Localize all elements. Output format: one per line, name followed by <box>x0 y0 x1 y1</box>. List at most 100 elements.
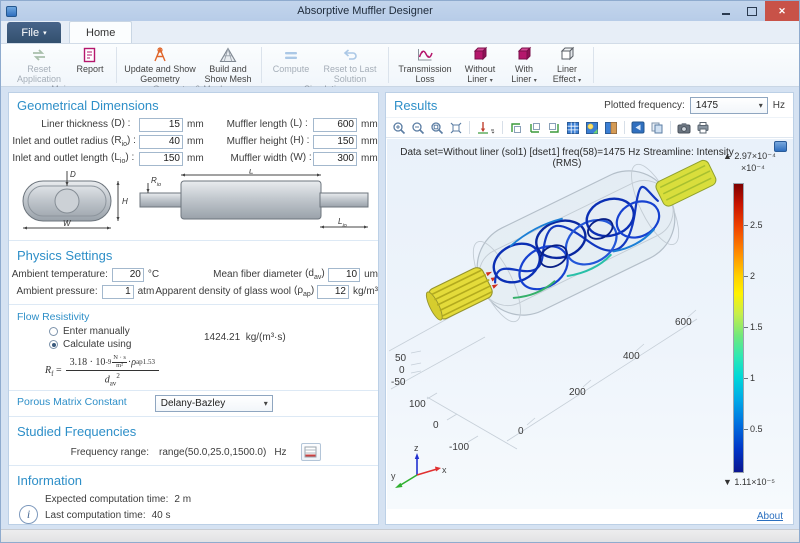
button-label: Without Liner ▾ <box>464 64 496 84</box>
file-menu-button[interactable]: File ▾ <box>7 22 61 43</box>
ambient-temperature-input[interactable] <box>111 267 144 282</box>
field-unit: atm <box>137 286 155 297</box>
compute-button[interactable]: Compute <box>267 45 315 74</box>
results-header: Results Plotted frequency: 1475 Hz <box>386 93 793 117</box>
chevron-down-icon: ▾ <box>489 78 493 84</box>
without-liner-icon <box>471 46 489 63</box>
svg-text:-50: -50 <box>391 377 406 388</box>
color-legend: ▲ 2.97×10⁻⁴ ×10⁻⁴ 2.5 2 1.5 1 0.5 ▼ 1.11… <box>723 151 791 501</box>
build-mesh-button[interactable]: Build and Show Mesh <box>200 45 256 84</box>
view-yz-button[interactable] <box>526 119 544 136</box>
show-grid-button[interactable] <box>564 119 582 136</box>
porous-matrix-dropdown[interactable]: Delany-Bazley <box>154 394 273 412</box>
ribbon-group-geometry-mesh: Update and Show Geometry Build and Show … <box>118 44 260 94</box>
inlet-length-input[interactable] <box>139 151 183 166</box>
muffler-length-input[interactable] <box>313 117 357 132</box>
svg-text:600: 600 <box>675 317 692 328</box>
section-title-geometry: Geometrical Dimensions <box>17 98 159 113</box>
scene-light-button[interactable] <box>583 119 601 136</box>
button-label: Reset to Last Solution <box>323 64 377 84</box>
view-xy-button[interactable] <box>507 119 525 136</box>
inlet-radius-input[interactable] <box>139 134 183 149</box>
build-mesh-icon <box>219 46 237 63</box>
transmission-loss-icon <box>416 46 434 63</box>
liner-thickness-input[interactable] <box>139 117 183 132</box>
field-label: Inlet and outlet radius <box>12 136 108 147</box>
camera-button[interactable] <box>675 119 693 136</box>
button-label: With Liner ▾ <box>511 64 537 84</box>
without-liner-button[interactable]: Without Liner ▾ <box>458 45 502 86</box>
image-snapshot-button[interactable] <box>629 119 647 136</box>
zoom-out-button[interactable] <box>409 119 427 136</box>
plot-3d-scene[interactable]: 0 200 400 600 100 0 -100 50 0 -50 y z x <box>387 139 727 509</box>
report-button[interactable]: Report <box>69 45 111 74</box>
view-zx-button[interactable] <box>545 119 563 136</box>
svg-text:0: 0 <box>399 365 405 376</box>
with-liner-button[interactable]: With Liner ▾ <box>504 45 544 86</box>
transmission-loss-button[interactable]: Transmission Loss <box>394 45 456 84</box>
transparency-button[interactable] <box>602 119 620 136</box>
plotted-frequency-dropdown[interactable]: 1475 <box>689 96 768 114</box>
zoom-box-icon <box>431 121 444 134</box>
muffler-height-input[interactable] <box>313 134 357 149</box>
plotted-frequency-unit: Hz <box>772 99 785 111</box>
colorbar-max-label: ▲ 2.97×10⁻⁴ <box>723 151 776 161</box>
reset-application-button[interactable]: Reset Application <box>11 45 67 84</box>
ambient-pressure-input[interactable] <box>101 284 134 299</box>
ribbon-tab-row: File ▾ Home <box>1 21 799 44</box>
field-unit: mm <box>187 153 204 164</box>
close-button[interactable] <box>765 1 799 21</box>
plotted-frequency-label: Plotted frequency: <box>604 99 685 111</box>
muffler-width-input[interactable] <box>313 151 357 166</box>
section-title-results: Results <box>394 97 438 113</box>
section-divider <box>9 304 378 305</box>
field-symbol: (Lio) : <box>111 152 135 165</box>
copy-image-button[interactable] <box>648 119 666 136</box>
frequency-range-button[interactable] <box>300 443 321 462</box>
default-view-icon <box>478 121 495 134</box>
ribbon: Reset Application Report Main Update a <box>1 44 799 96</box>
radio-icon <box>49 327 58 336</box>
svg-text:L: L <box>249 169 253 176</box>
field-label: Muffler length <box>226 119 287 130</box>
colorbar-min-label: ▼ 1.11×10⁻⁵ <box>723 477 776 487</box>
svg-text:0: 0 <box>433 420 439 431</box>
field-symbol: (H) : <box>290 135 310 146</box>
tab-home[interactable]: Home <box>69 21 133 43</box>
title-bar: Absorptive Muffler Designer <box>1 1 799 21</box>
field-unit: kg/m³ <box>352 286 378 297</box>
glass-wool-density-input[interactable] <box>316 284 349 299</box>
colorbar-tick: 1.5 <box>744 322 763 332</box>
transparency-icon <box>605 121 617 134</box>
zoom-in-button[interactable] <box>390 119 408 136</box>
field-label: Liner thickness <box>41 119 108 130</box>
image-snapshot-icon <box>631 121 645 134</box>
zoom-extents-button[interactable] <box>447 119 465 136</box>
fiber-diameter-input[interactable] <box>328 267 361 282</box>
plotted-frequency-value: 1475 <box>695 99 719 111</box>
field-label: Muffler width <box>230 153 287 164</box>
plot-area: Data set=Without liner (sol1) [dset1] fr… <box>387 139 793 509</box>
maximize-button[interactable] <box>739 1 765 21</box>
zoom-box-button[interactable] <box>428 119 446 136</box>
flow-resistivity-value: 1424.21 kg/(m³·s) <box>204 332 286 343</box>
camera-icon <box>677 122 691 133</box>
field-row: Liner thickness (D) : mm Muffler length … <box>9 116 378 133</box>
update-geometry-button[interactable]: Update and Show Geometry <box>122 45 198 84</box>
scene-light-icon <box>586 121 598 134</box>
minimize-button[interactable] <box>713 1 739 21</box>
about-link[interactable]: About <box>757 511 783 522</box>
group-separator <box>388 47 389 83</box>
input-panel: Geometrical Dimensions Liner thickness (… <box>8 92 379 525</box>
reset-solution-button[interactable]: Reset to Last Solution <box>317 45 383 84</box>
porous-matrix-value: Delany-Bazley <box>160 397 226 409</box>
field-label: Inlet and outlet length <box>12 153 108 164</box>
section-title-physics: Physics Settings <box>17 248 113 263</box>
liner-effect-button[interactable]: Liner Effect ▾ <box>546 45 588 86</box>
print-button[interactable] <box>694 119 712 136</box>
info-icon: i <box>19 505 38 524</box>
go-to-default-view-button[interactable] <box>474 119 498 136</box>
button-label: Liner Effect ▾ <box>552 64 582 84</box>
radio-label: Calculate using <box>63 339 132 350</box>
info-row: Expected computation time: 2 m <box>45 491 378 507</box>
